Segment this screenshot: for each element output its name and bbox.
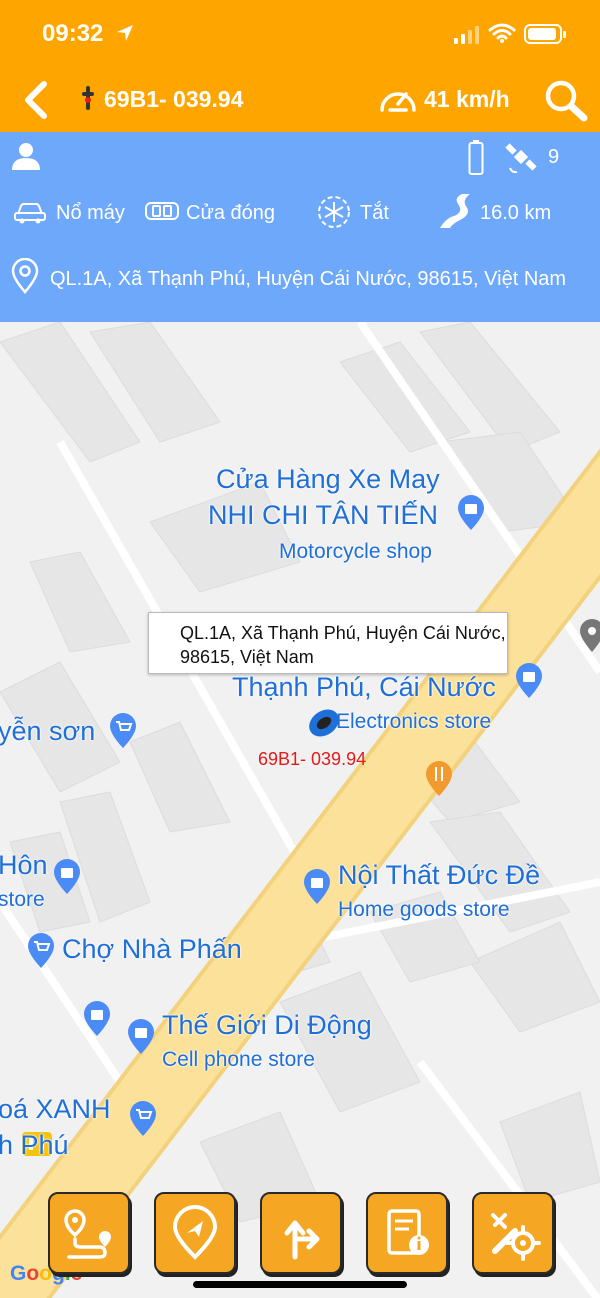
air-conditioner-icon: [316, 194, 352, 235]
vehicle-info-panel: 9 Nổ máy Cửa đóng Tắt 16.0 km QL.1A, Xã …: [0, 132, 600, 322]
bottom-action-bar: [48, 1192, 558, 1278]
shopping-bag-pin-icon[interactable]: [82, 1000, 112, 1043]
shopping-bag-pin-icon[interactable]: [302, 868, 332, 911]
route-history-button[interactable]: [48, 1192, 130, 1274]
poi-home-goods-type: Home goods store: [338, 898, 510, 921]
speedometer-icon: [378, 82, 418, 119]
shopping-bag-pin-icon[interactable]: [52, 858, 82, 901]
poi-motorcycle-shop-type: Motorcycle shop: [279, 540, 432, 563]
shopping-bag-pin-icon[interactable]: [126, 1018, 156, 1061]
back-button[interactable]: [18, 78, 54, 122]
battery-icon: [524, 24, 566, 44]
location-pin-icon: [10, 257, 40, 299]
location-arrow-icon: [116, 24, 134, 47]
status-bar: 09:32: [0, 0, 600, 70]
back-chevron-icon: [25, 81, 47, 119]
locate-button[interactable]: [154, 1192, 236, 1274]
home-indicator[interactable]: [193, 1281, 407, 1288]
poi-cho-nha-phan: Chợ Nhà Phấn: [62, 934, 242, 964]
settings-tools-button[interactable]: [472, 1192, 554, 1274]
current-address: QL.1A, Xã Thạnh Phú, Huyện Cái Nước, 986…: [50, 268, 567, 290]
poi-motorcycle-shop-name-2: NHI CHI TÂN TIẾN: [208, 500, 439, 530]
engine-status: Nổ máy: [56, 202, 125, 224]
shopping-cart-pin-icon[interactable]: [108, 712, 138, 755]
map-view[interactable]: Cửa Hàng Xe May NHI CHI TÂN TIẾN Motorcy…: [0, 322, 600, 1298]
speed-value: 41 km/h: [424, 86, 510, 112]
google-logo-letter: o: [26, 1262, 40, 1285]
shopping-cart-pin-icon[interactable]: [128, 1100, 158, 1143]
door-status: Cửa đóng: [186, 202, 276, 224]
address-callout: QL.1A, Xã Thạnh Phú, Huyện Cái Nước, 986…: [148, 612, 508, 674]
route-history-icon: [64, 1209, 111, 1259]
satellite-count: 9: [548, 146, 560, 168]
motorbike-icon: [78, 84, 98, 117]
shopping-bag-pin-icon[interactable]: [514, 662, 544, 705]
driver-user-icon[interactable]: [10, 140, 42, 177]
vehicle-marker-icon[interactable]: [306, 706, 342, 745]
poi-electronics-store-name: Thạnh Phú, Cái Nước: [232, 672, 496, 702]
wifi-icon: [488, 22, 516, 49]
poi-hon-type: store: [0, 888, 45, 911]
search-button[interactable]: [542, 78, 590, 122]
gps-satellite-icon: [504, 140, 540, 181]
map-pin-grey-icon[interactable]: [578, 618, 600, 659]
car-door-icon: [144, 200, 180, 227]
poi-bach-hoa-xanh-1: oá XANH: [0, 1094, 111, 1124]
poi-home-goods-name: Nội Thất Đức Đề: [338, 860, 541, 890]
vehicle-plate: 69B1- 039.94: [104, 86, 244, 112]
settings-tools-icon: [491, 1213, 541, 1261]
cellular-signal-icon: [454, 26, 480, 49]
restaurant-pin-icon[interactable]: [424, 760, 454, 803]
search-icon: [545, 80, 588, 122]
vehicle-map-label: 69B1- 039.94: [258, 749, 367, 769]
report-button[interactable]: [366, 1192, 448, 1274]
poi-hon: Hôn: [0, 850, 48, 880]
poi-cell-phone-type: Cell phone store: [162, 1048, 315, 1071]
distance-value: 16.0 km: [480, 202, 552, 224]
poi-electronics-store-type: Electronics store: [336, 710, 492, 733]
engine-car-icon: [12, 198, 48, 229]
shopping-bag-pin-icon[interactable]: [456, 494, 486, 537]
report-icon: [387, 1209, 429, 1255]
road-distance-icon: [436, 192, 474, 235]
poi-motorcycle-shop-name-1: Cửa Hàng Xe May: [216, 464, 440, 494]
poi-the-gioi-di-dong: Thế Giới Di Động: [162, 1010, 372, 1040]
poi-nguyen-son: yễn sơn: [0, 716, 96, 746]
poi-bach-hoa-xanh-2: h Phú: [0, 1130, 69, 1160]
directions-icon: [284, 1220, 320, 1260]
top-bar: 09:32 69B1- 039.94 41 km/h: [0, 0, 600, 132]
locate-icon: [172, 1205, 218, 1260]
ac-status: Tắt: [360, 202, 389, 224]
shopping-cart-pin-icon[interactable]: [26, 932, 56, 975]
google-logo-letter: G: [10, 1262, 27, 1285]
status-time: 09:32: [42, 20, 104, 47]
battery-level-icon: [468, 140, 484, 181]
directions-button[interactable]: [260, 1192, 342, 1274]
